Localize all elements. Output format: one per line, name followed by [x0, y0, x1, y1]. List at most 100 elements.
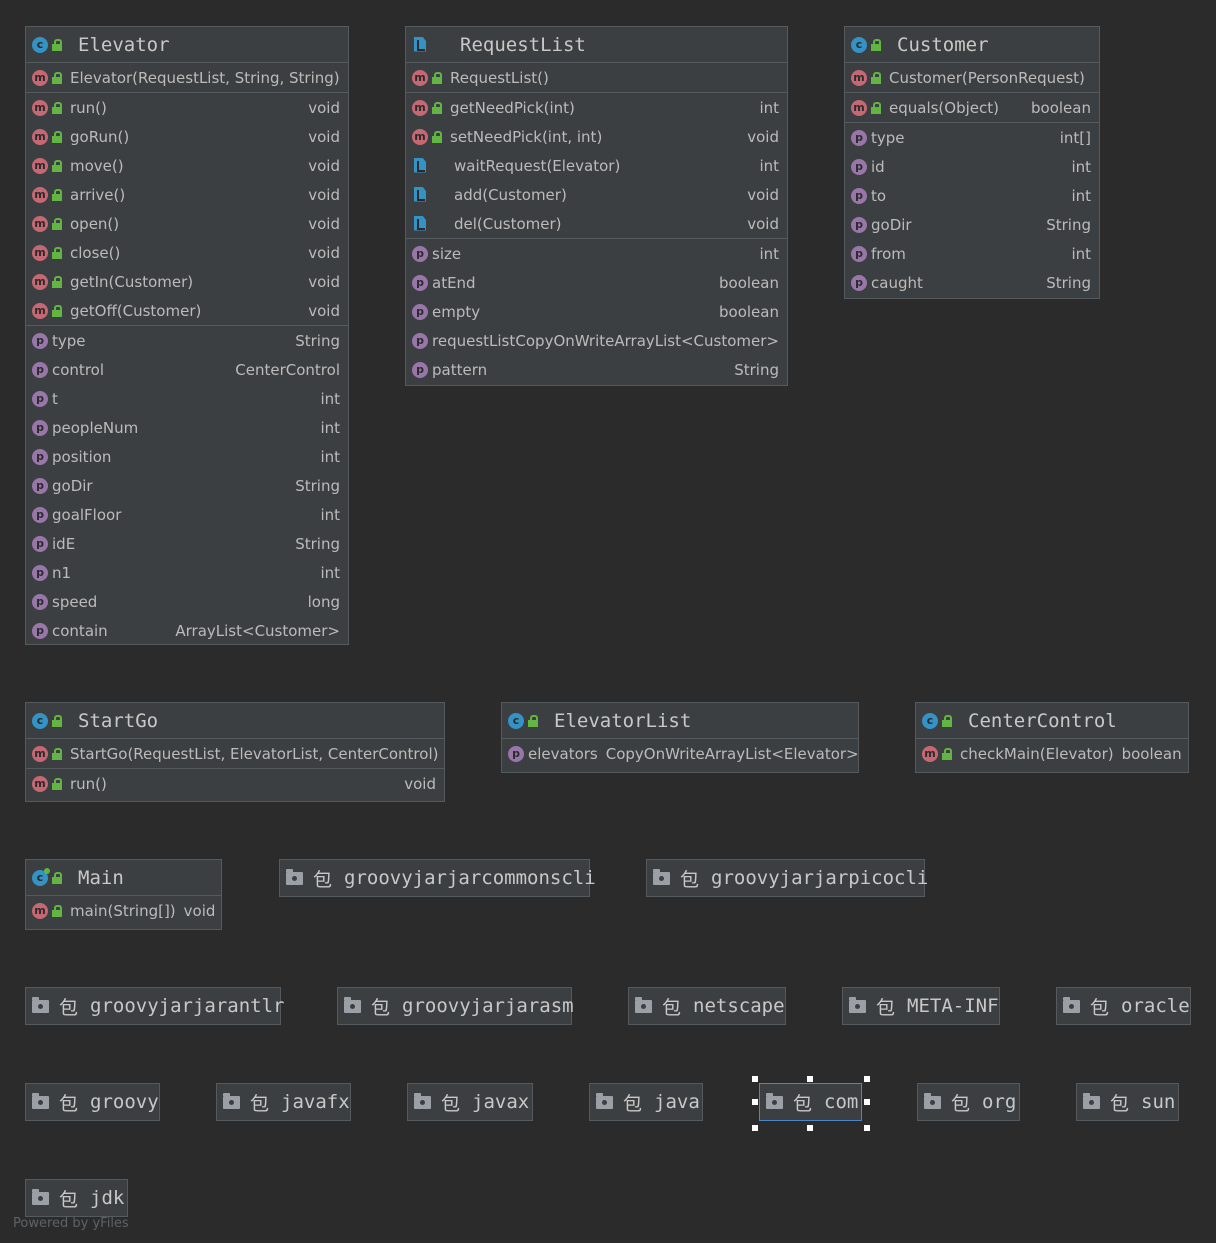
- field-row[interactable]: p atEnd boolean: [406, 268, 787, 297]
- package-node-meta-inf[interactable]: 包 META-INF: [842, 987, 1000, 1025]
- method-row[interactable]: m goRun() void: [26, 122, 348, 151]
- lock-icon: [52, 304, 62, 317]
- field-row[interactable]: p elevators CopyOnWriteArrayList<Elevator>: [502, 739, 859, 768]
- field-row[interactable]: p caught String: [845, 268, 1099, 297]
- package-node-groovy[interactable]: 包 groovy: [25, 1083, 160, 1121]
- constructor-row[interactable]: m RequestList(): [406, 63, 787, 92]
- field-row[interactable]: p position int: [26, 442, 348, 471]
- lock-icon: [52, 38, 62, 51]
- method-row[interactable]: m open() void: [26, 209, 348, 238]
- field-row[interactable]: p idE String: [26, 529, 348, 558]
- method-row[interactable]: m arrive() void: [26, 180, 348, 209]
- package-node-org[interactable]: 包 org: [917, 1083, 1020, 1121]
- package-node-java[interactable]: 包 java: [589, 1083, 703, 1121]
- package-prefix: 包: [59, 996, 79, 1019]
- field-row[interactable]: p goDir String: [845, 210, 1099, 239]
- method-icon: m: [412, 69, 428, 86]
- package-node-sun[interactable]: 包 sun: [1076, 1083, 1179, 1121]
- field-row[interactable]: p n1 int: [26, 558, 348, 587]
- field-row[interactable]: p size int: [406, 239, 787, 268]
- class-node-elevatorlist[interactable]: c ElevatorList p elevators CopyOnWriteArra…: [501, 702, 859, 773]
- field-row[interactable]: p t int: [26, 384, 348, 413]
- field-row[interactable]: p from int: [845, 239, 1099, 268]
- package-node-javax[interactable]: 包 javax: [407, 1083, 533, 1121]
- resize-handle[interactable]: [752, 1099, 758, 1105]
- folder-icon: [849, 996, 866, 1013]
- method-row[interactable]: m checkMain(Elevator) boolean: [916, 739, 1188, 768]
- field-row[interactable]: p type String: [26, 326, 348, 355]
- method-row[interactable]: m setNeedPick(int, int) void: [406, 122, 787, 151]
- package-node-jdk[interactable]: 包 jdk: [25, 1179, 128, 1217]
- class-icon: c: [922, 712, 938, 729]
- class-icon: c: [32, 712, 48, 729]
- field-row[interactable]: p peopleNum int: [26, 413, 348, 442]
- method-row[interactable]: del(Customer) void: [406, 209, 787, 238]
- method-row[interactable]: m run() void: [26, 769, 444, 798]
- class-title: CenterControl: [968, 709, 1117, 732]
- lock-icon: [52, 101, 62, 114]
- field-row[interactable]: p type int[]: [845, 123, 1099, 152]
- lock-icon: [432, 130, 442, 143]
- package-name: groovy: [90, 1091, 159, 1113]
- method-row[interactable]: add(Customer) void: [406, 180, 787, 209]
- field-row[interactable]: p contain ArrayList<Customer>: [26, 616, 348, 645]
- package-node-netscape[interactable]: 包 netscape: [628, 987, 786, 1025]
- method-row[interactable]: m getNeedPick(int) int: [406, 93, 787, 122]
- resize-handle[interactable]: [807, 1125, 813, 1131]
- package-node-groovyjarjarasm[interactable]: 包 groovyjarjarasm: [337, 987, 574, 1025]
- member-type: int: [320, 505, 340, 524]
- resize-handle[interactable]: [864, 1099, 870, 1105]
- field-row[interactable]: p goDir String: [26, 471, 348, 500]
- class-node-requestlist[interactable]: RequestList m RequestList() m getNeedPick(…: [405, 26, 788, 386]
- member-name: atEnd: [432, 273, 476, 292]
- constructor-row[interactable]: m Customer(PersonRequest): [845, 63, 1099, 92]
- method-row[interactable]: m move() void: [26, 151, 348, 180]
- property-icon: p: [412, 245, 428, 262]
- class-header: c Main: [26, 860, 221, 896]
- lock-icon: [52, 217, 62, 230]
- package-node-groovyjarjarantlr[interactable]: 包 groovyjarjarantlr: [25, 987, 285, 1025]
- class-node-main[interactable]: c Main m main(String[]) void: [25, 859, 222, 930]
- constructor-row[interactable]: m StartGo(RequestList, ElevatorList, Cent…: [26, 739, 444, 768]
- lock-icon: [52, 71, 62, 84]
- lock-icon: [432, 101, 442, 114]
- field-row[interactable]: p speed long: [26, 587, 348, 616]
- method-row[interactable]: m run() void: [26, 93, 348, 122]
- method-row[interactable]: m getOff(Customer) void: [26, 296, 348, 325]
- package-prefix: 包: [876, 996, 896, 1019]
- member-type: boolean: [719, 273, 779, 292]
- resize-handle[interactable]: [864, 1076, 870, 1082]
- folder-icon: [414, 1092, 431, 1109]
- resize-handle[interactable]: [752, 1125, 758, 1131]
- method-row[interactable]: m main(String[]) void: [26, 896, 221, 925]
- package-node-groovyjarjarpicocli[interactable]: 包 groovyjarjarpicocli: [646, 859, 928, 897]
- package-node-groovyjarjarcommonscli[interactable]: 包 groovyjarjarcommonscli: [279, 859, 596, 897]
- method-row[interactable]: m equals(Object) boolean: [845, 93, 1099, 122]
- resize-handle[interactable]: [864, 1125, 870, 1131]
- resize-handle[interactable]: [752, 1076, 758, 1082]
- package-name: groovyjarjarantlr: [90, 995, 285, 1017]
- folder-icon: [32, 996, 49, 1013]
- package-node-oracle[interactable]: 包 oracle: [1056, 987, 1191, 1025]
- field-row[interactable]: p requestList CopyOnWriteArrayList<Custome…: [406, 326, 787, 355]
- class-node-customer[interactable]: c Customer m Customer(PersonRequest) m equ…: [844, 26, 1100, 299]
- method-row[interactable]: m getIn(Customer) void: [26, 267, 348, 296]
- field-row[interactable]: p pattern String: [406, 355, 787, 384]
- member-name: add(Customer): [454, 185, 567, 204]
- class-node-startgo[interactable]: c StartGo m StartGo(RequestList, Elevator…: [25, 702, 445, 802]
- constructor-row[interactable]: m Elevator(RequestList, String, String): [26, 63, 348, 92]
- folder-icon: [1063, 996, 1080, 1013]
- field-row[interactable]: p to int: [845, 181, 1099, 210]
- method-icon: m: [32, 99, 48, 116]
- field-row[interactable]: p id int: [845, 152, 1099, 181]
- field-row[interactable]: p empty boolean: [406, 297, 787, 326]
- method-row[interactable]: m close() void: [26, 238, 348, 267]
- package-node-com[interactable]: 包 com: [759, 1083, 862, 1121]
- method-row[interactable]: waitRequest(Elevator) int: [406, 151, 787, 180]
- package-node-javafx[interactable]: 包 javafx: [216, 1083, 351, 1121]
- class-node-centercontrol[interactable]: c CenterControl m checkMain(Elevator) bool…: [915, 702, 1189, 773]
- field-row[interactable]: p control CenterControl: [26, 355, 348, 384]
- resize-handle[interactable]: [807, 1076, 813, 1082]
- class-node-elevator[interactable]: c Elevator m Elevator(RequestList, Strin…: [25, 26, 349, 645]
- field-row[interactable]: p goalFloor int: [26, 500, 348, 529]
